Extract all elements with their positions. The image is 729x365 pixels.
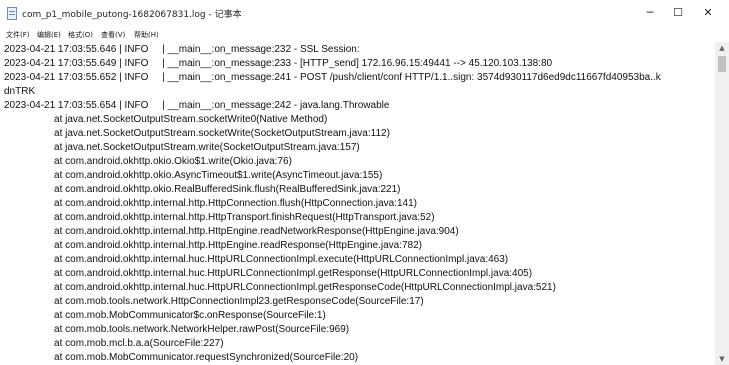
log-line: at com.mob.tools.network.HttpConnectionI… (4, 296, 424, 307)
scroll-thumb[interactable] (718, 56, 726, 72)
log-line: at com.android.okhttp.internal.http.Http… (4, 240, 423, 251)
log-line: 2023-04-21 17:03:55.654 | INFO | __main_… (4, 100, 390, 111)
log-line: at com.android.okhttp.internal.huc.HttpU… (4, 254, 509, 265)
log-line: at com.android.okhttp.internal.huc.HttpU… (4, 268, 533, 279)
log-line: at com.android.okhttp.internal.http.Http… (4, 226, 459, 237)
menu-edit[interactable]: 编辑(E) (37, 30, 61, 40)
menu-help[interactable]: 帮助(H) (134, 30, 159, 40)
close-button[interactable]: ✕ (698, 5, 718, 21)
log-line: at com.android.okhttp.internal.huc.HttpU… (4, 282, 556, 293)
menu-bar: 文件(F) 编辑(E) 格式(O) 查看(V) 帮助(H) (0, 28, 729, 42)
log-line: 2023-04-21 17:03:55.646 | INFO | __main_… (4, 44, 360, 55)
log-line: at com.android.okhttp.okio.Okio$1.write(… (4, 156, 292, 167)
log-line: 2023-04-21 17:03:55.649 | INFO | __main_… (4, 58, 553, 69)
scroll-down-button[interactable]: ▼ (715, 353, 729, 365)
maximize-button[interactable]: ☐ (668, 5, 688, 21)
log-line: at com.android.okhttp.internal.http.Http… (4, 198, 417, 209)
log-line: at com.mob.mcl.b.a.a(SourceFile:227) (4, 338, 224, 349)
log-line: dnTRK (4, 86, 36, 97)
menu-format[interactable]: 格式(O) (68, 30, 93, 40)
scroll-up-button[interactable]: ▲ (715, 42, 729, 54)
notepad-window: com_p1_mobile_putong-1682067831.log - 记事… (0, 0, 729, 365)
minimize-button[interactable]: ─ (640, 5, 660, 21)
log-line: at java.net.SocketOutputStream.socketWri… (4, 128, 390, 139)
log-line: at com.android.okhttp.okio.AsyncTimeout$… (4, 170, 383, 181)
menu-file[interactable]: 文件(F) (6, 30, 30, 40)
log-line: at java.net.SocketOutputStream.socketWri… (4, 114, 328, 125)
log-line: at java.net.SocketOutputStream.write(Soc… (4, 142, 360, 153)
log-line: at com.android.okhttp.okio.RealBufferedS… (4, 184, 401, 195)
log-line: at com.mob.tools.network.NetworkHelper.r… (4, 324, 350, 335)
title-bar[interactable]: com_p1_mobile_putong-1682067831.log - 记事… (0, 0, 729, 28)
vertical-scrollbar[interactable]: ▲ ▼ (715, 42, 729, 365)
log-line: at com.mob.MobCommunicator$c.onResponse(… (4, 310, 326, 321)
log-line: at com.mob.MobCommunicator.requestSynchr… (4, 352, 359, 363)
text-editor[interactable]: 2023-04-21 17:03:55.646 | INFO | __main_… (0, 42, 715, 365)
window-title: com_p1_mobile_putong-1682067831.log - 记事… (22, 10, 242, 20)
log-line: at com.android.okhttp.internal.http.Http… (4, 212, 435, 223)
menu-view[interactable]: 查看(V) (101, 30, 125, 40)
notepad-icon (7, 7, 17, 20)
log-line: 2023-04-21 17:03:55.652 | INFO | __main_… (4, 72, 661, 83)
